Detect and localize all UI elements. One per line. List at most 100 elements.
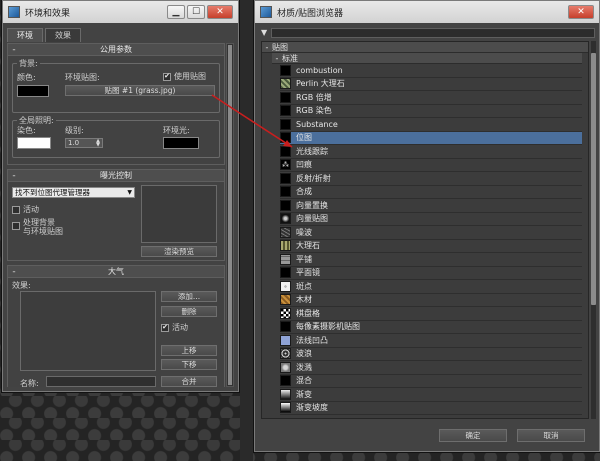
exposure-type-dropdown[interactable]: 找不到位图代理管理器 ▼ — [12, 187, 135, 198]
tab-effects[interactable]: 效果 — [45, 28, 81, 42]
map-item-row[interactable]: 向量贴图 — [280, 213, 582, 226]
use-map-checkbox[interactable]: ✔ — [163, 72, 171, 81]
map-item-row[interactable]: 混合 — [280, 375, 582, 388]
map-item-row[interactable]: 法线凹凸 — [280, 334, 582, 348]
env-scrollbar-thumb[interactable] — [228, 45, 232, 385]
background-group: 背景: 颜色: 环境贴图: ✔ 使用贴图 贴图 #1 (grass.jpg) — [12, 58, 220, 113]
map-item-row[interactable]: RGB 染色 — [280, 105, 582, 118]
exposure-preview-area — [141, 185, 217, 243]
tab-environment[interactable]: 环境 — [7, 28, 43, 42]
map-item-row[interactable]: 波浪 — [280, 348, 582, 361]
tree-scrollbar[interactable] — [591, 41, 596, 419]
map-item-row[interactable]: Perlin 大理石 — [280, 78, 582, 91]
ramp-thumb-icon — [280, 402, 291, 414]
map-item-row[interactable]: RGB 倍增 — [280, 91, 582, 105]
normal-thumb-icon — [280, 334, 291, 346]
chevron-down-icon: ▼ — [127, 189, 132, 196]
atmosphere-active-label: 活动 — [172, 323, 188, 332]
level-spinner[interactable]: 1.0 ▲ ▼ — [65, 138, 103, 148]
rollout-exposure-header[interactable]: - 曝光控制 — [8, 170, 224, 182]
app-icon — [8, 6, 20, 18]
maximize-button[interactable]: ☐ — [187, 5, 205, 19]
merge-button[interactable]: 合并 — [161, 376, 217, 387]
collapse-icon: - — [265, 42, 269, 52]
background-color-swatch[interactable] — [17, 85, 49, 97]
tree-scrollbar-thumb[interactable] — [591, 53, 596, 305]
rollout-exposure-title: 曝光控制 — [100, 171, 132, 180]
render-preview-button[interactable]: 渲染预览 — [141, 246, 217, 257]
close-button[interactable]: ✕ — [568, 5, 594, 19]
process-bg-line2: 与环境贴图 — [23, 227, 63, 236]
effects-list[interactable] — [20, 291, 156, 371]
map-item-row[interactable]: 平面镜 — [280, 267, 582, 280]
speckle-thumb-icon — [280, 280, 291, 292]
move-up-button[interactable]: 上移 — [161, 345, 217, 356]
map-item-label: 每像素摄影机贴图 — [296, 322, 360, 332]
noise-thumb-icon — [280, 226, 291, 238]
map-item-row[interactable]: 泼溅 — [280, 361, 582, 375]
map-item-label: 渐变坡度 — [296, 403, 328, 413]
tint-label: 染色: — [17, 126, 36, 135]
exposure-active-checkbox[interactable] — [12, 205, 20, 214]
map-item-row[interactable]: 向量置换 — [280, 199, 582, 213]
black-thumb-icon — [280, 105, 291, 117]
map-item-row[interactable]: 每像素摄影机贴图 — [280, 321, 582, 334]
map-item-row[interactable]: 反射/折射 — [280, 172, 582, 186]
filter-icon[interactable]: ▼ — [261, 28, 271, 37]
minimize-button[interactable]: ▁ — [167, 5, 185, 19]
env-titlebar[interactable]: 环境和效果 ▁ ☐ ✕ — [3, 1, 238, 23]
process-background-checkbox[interactable] — [12, 222, 20, 230]
environment-map-button[interactable]: 贴图 #1 (grass.jpg) — [65, 85, 215, 96]
map-item-row[interactable]: 噪波 — [280, 226, 582, 240]
env-scrollbar[interactable] — [226, 43, 234, 387]
wood-thumb-icon — [280, 294, 291, 306]
map-item-row[interactable]: 渐变 — [280, 388, 582, 402]
waves-thumb-icon — [280, 348, 291, 360]
category-maps[interactable]: - 贴图 — [262, 42, 588, 53]
map-item-label: 噪波 — [296, 227, 312, 237]
map-item-row[interactable]: 合成 — [280, 186, 582, 199]
rollout-common-header[interactable]: - 公用参数 — [8, 44, 224, 56]
delete-effect-button[interactable]: 删除 — [161, 306, 217, 317]
search-input[interactable] — [271, 27, 595, 38]
envmap-label: 环境贴图: — [65, 73, 100, 82]
ok-button[interactable]: 确定 — [439, 429, 507, 442]
map-item-row[interactable]: 木材 — [280, 294, 582, 307]
map-item-label: Perlin 大理石 — [296, 79, 345, 89]
env-tabs: 环境 效果 — [3, 23, 238, 42]
process-bg-line1: 处理背景 — [23, 218, 55, 227]
map-item-label: 斑点 — [296, 281, 312, 291]
black-thumb-icon — [280, 64, 291, 76]
map-item-row[interactable]: 渐变坡度 — [280, 402, 582, 415]
map-item-label: 木材 — [296, 295, 312, 305]
map-item-row[interactable]: 平铺 — [280, 253, 582, 267]
map-item-row[interactable]: 斑点 — [280, 280, 582, 294]
subcategory-standard[interactable]: - 标准 — [272, 53, 582, 64]
black-thumb-icon — [280, 375, 291, 387]
mat-titlebar[interactable]: 材质/贴图浏览器 ✕ — [255, 1, 599, 23]
map-item-row[interactable]: Substance — [280, 118, 582, 132]
cancel-button[interactable]: 取消 — [517, 429, 585, 442]
close-button[interactable]: ✕ — [207, 5, 233, 19]
atmosphere-active-checkbox[interactable]: ✔ — [161, 323, 169, 332]
map-item-row[interactable]: 大理石 — [280, 240, 582, 253]
spinner-arrows-icon[interactable]: ▲ ▼ — [96, 139, 100, 148]
marble-thumb-icon — [280, 78, 291, 90]
rollout-atmosphere-title: 大气 — [108, 267, 124, 276]
black-thumb-icon — [280, 172, 291, 184]
map-item-row[interactable]: 位图 — [280, 131, 582, 145]
map-item-label: 法线凹凸 — [296, 335, 328, 345]
ambient-color-swatch[interactable] — [163, 137, 199, 149]
desktop-gap — [240, 0, 253, 461]
rollout-atmosphere-header[interactable]: - 大气 — [8, 266, 224, 278]
map-item-row[interactable]: combustion — [280, 64, 582, 78]
map-item-label: 混合 — [296, 376, 312, 386]
map-item-row[interactable]: 棋盘格 — [280, 307, 582, 321]
effects-label: 效果: — [12, 281, 31, 290]
effect-name-input[interactable] — [46, 376, 156, 387]
tint-color-swatch[interactable] — [17, 137, 51, 149]
map-item-row[interactable]: ⁂ 凹痕 — [280, 159, 582, 172]
add-effect-button[interactable]: 添加... — [161, 291, 217, 302]
move-down-button[interactable]: 下移 — [161, 359, 217, 370]
map-item-row[interactable]: 光线跟踪 — [280, 145, 582, 159]
